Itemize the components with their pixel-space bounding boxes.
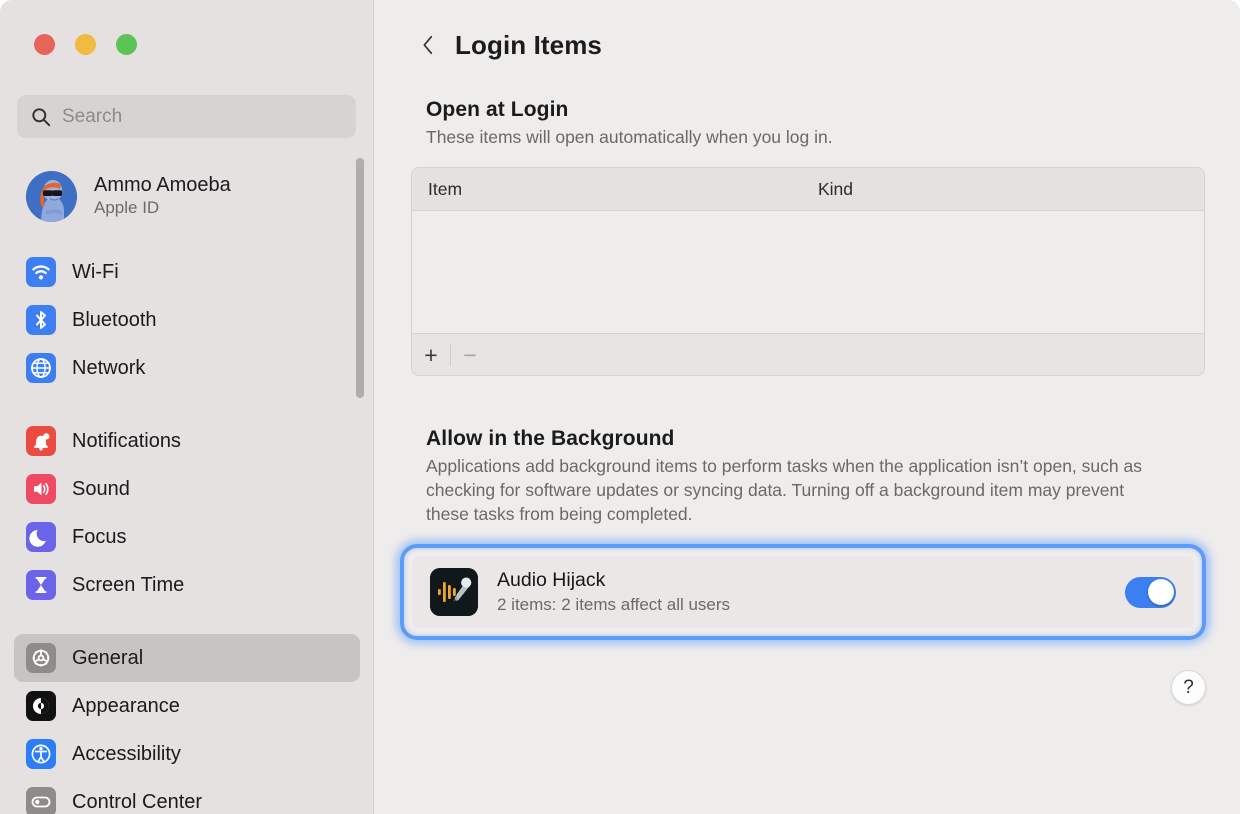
section-description: These items will open automatically when… — [426, 127, 833, 147]
back-button[interactable] — [411, 25, 445, 65]
toggle-knob — [1147, 579, 1174, 605]
column-header-item[interactable]: Item — [428, 179, 818, 200]
sidebar-item-label: Focus — [72, 525, 127, 548]
sidebar-item-accessibility[interactable]: Accessibility — [14, 730, 360, 778]
allow-background-section: Allow in the Background Applications add… — [426, 427, 1166, 526]
sidebar-item-screen-time[interactable]: Screen Time — [14, 561, 360, 609]
gear-icon — [26, 643, 56, 673]
sidebar-group-system: Notifications Sound Focus Screen Time — [0, 417, 374, 609]
sidebar-item-label: Wi-Fi — [72, 260, 119, 283]
sidebar-item-control-center[interactable]: Control Center — [14, 778, 360, 814]
sidebar-item-apple-id-account[interactable]: Ammo Amoeba Apple ID — [14, 160, 334, 232]
sidebar-group-general: General Appearance Accessibility Control… — [0, 634, 374, 814]
accessibility-icon — [26, 739, 56, 769]
window-traffic-lights — [34, 34, 137, 55]
avatar — [26, 170, 77, 222]
remove-login-item-button: − — [463, 341, 477, 368]
sidebar: Ammo Amoeba Apple ID Wi-Fi — [0, 0, 374, 814]
table-body-empty[interactable] — [412, 211, 1204, 333]
page-header: Login Items — [411, 25, 602, 65]
bluetooth-icon — [26, 305, 56, 335]
help-button[interactable]: ? — [1171, 670, 1206, 705]
close-window-button[interactable] — [34, 34, 55, 55]
account-name: Ammo Amoeba — [94, 173, 231, 196]
section-title: Allow in the Background — [426, 427, 675, 450]
sidebar-item-sound[interactable]: Sound — [14, 465, 360, 513]
moon-icon — [26, 522, 56, 552]
sidebar-item-label: Screen Time — [72, 573, 185, 596]
sidebar-item-wi-fi[interactable]: Wi-Fi — [14, 248, 360, 296]
column-header-kind[interactable]: Kind — [818, 179, 853, 200]
login-items-table: Item Kind + − — [411, 167, 1205, 376]
speaker-icon — [26, 474, 56, 504]
sidebar-item-label: General — [72, 646, 144, 669]
page-title: Login Items — [455, 29, 602, 60]
zoom-window-button[interactable] — [116, 34, 137, 55]
background-item-row[interactable]: Audio Hijack 2 items: 2 items affect all… — [412, 556, 1194, 628]
sidebar-item-label: Accessibility — [72, 742, 181, 765]
sidebar-scrollbar[interactable] — [356, 158, 364, 398]
network-globe-icon — [26, 353, 56, 383]
table-header-row: Item Kind — [412, 168, 1204, 211]
sidebar-item-general[interactable]: General — [14, 634, 360, 682]
search-field[interactable] — [17, 94, 356, 139]
main-content: Login Items Open at Login These items wi… — [375, 0, 1240, 814]
add-login-item-button[interactable]: + — [412, 334, 450, 375]
wifi-icon — [26, 257, 56, 287]
section-title: Open at Login — [426, 98, 569, 121]
control-center-toggle-icon — [26, 787, 56, 814]
system-settings-window: Ammo Amoeba Apple ID Wi-Fi — [0, 0, 1240, 814]
sidebar-item-bluetooth[interactable]: Bluetooth — [14, 296, 360, 344]
section-description: Applications add background items to per… — [426, 456, 1142, 525]
sidebar-item-label: Bluetooth — [72, 308, 157, 331]
sidebar-item-label: Appearance — [72, 694, 180, 717]
sidebar-item-label: Sound — [72, 477, 130, 500]
chevron-left-icon — [423, 35, 433, 55]
sidebar-divider-gap — [0, 392, 374, 417]
background-item-toggle[interactable] — [1125, 576, 1176, 608]
sidebar-item-label: Network — [72, 356, 146, 379]
account-subtitle: Apple ID — [94, 198, 160, 218]
open-at-login-section: Open at Login These items will open auto… — [426, 98, 833, 149]
bell-icon — [26, 426, 56, 456]
sidebar-group-connectivity: Wi-Fi Bluetooth Network — [0, 248, 374, 392]
table-footer-toolbar: + − — [412, 333, 1204, 375]
background-item-name: Audio Hijack — [497, 568, 606, 591]
minimize-window-button[interactable] — [75, 34, 96, 55]
sidebar-nav: Wi-Fi Bluetooth Network Notifications So… — [0, 248, 374, 814]
sidebar-item-focus[interactable]: Focus — [14, 513, 360, 561]
appearance-contrast-icon — [26, 691, 56, 721]
sidebar-item-appearance[interactable]: Appearance — [14, 682, 360, 730]
sidebar-item-label: Control Center — [72, 790, 203, 813]
audio-hijack-app-icon — [430, 568, 478, 616]
search-icon — [32, 107, 51, 126]
background-item-subtitle: 2 items: 2 items affect all users — [497, 595, 731, 615]
search-input[interactable] — [60, 94, 342, 139]
sidebar-item-notifications[interactable]: Notifications — [14, 417, 360, 465]
hourglass-icon — [26, 570, 56, 600]
sidebar-item-label: Notifications — [72, 429, 181, 452]
sidebar-divider-gap — [0, 609, 374, 634]
sidebar-item-network[interactable]: Network — [14, 344, 360, 392]
